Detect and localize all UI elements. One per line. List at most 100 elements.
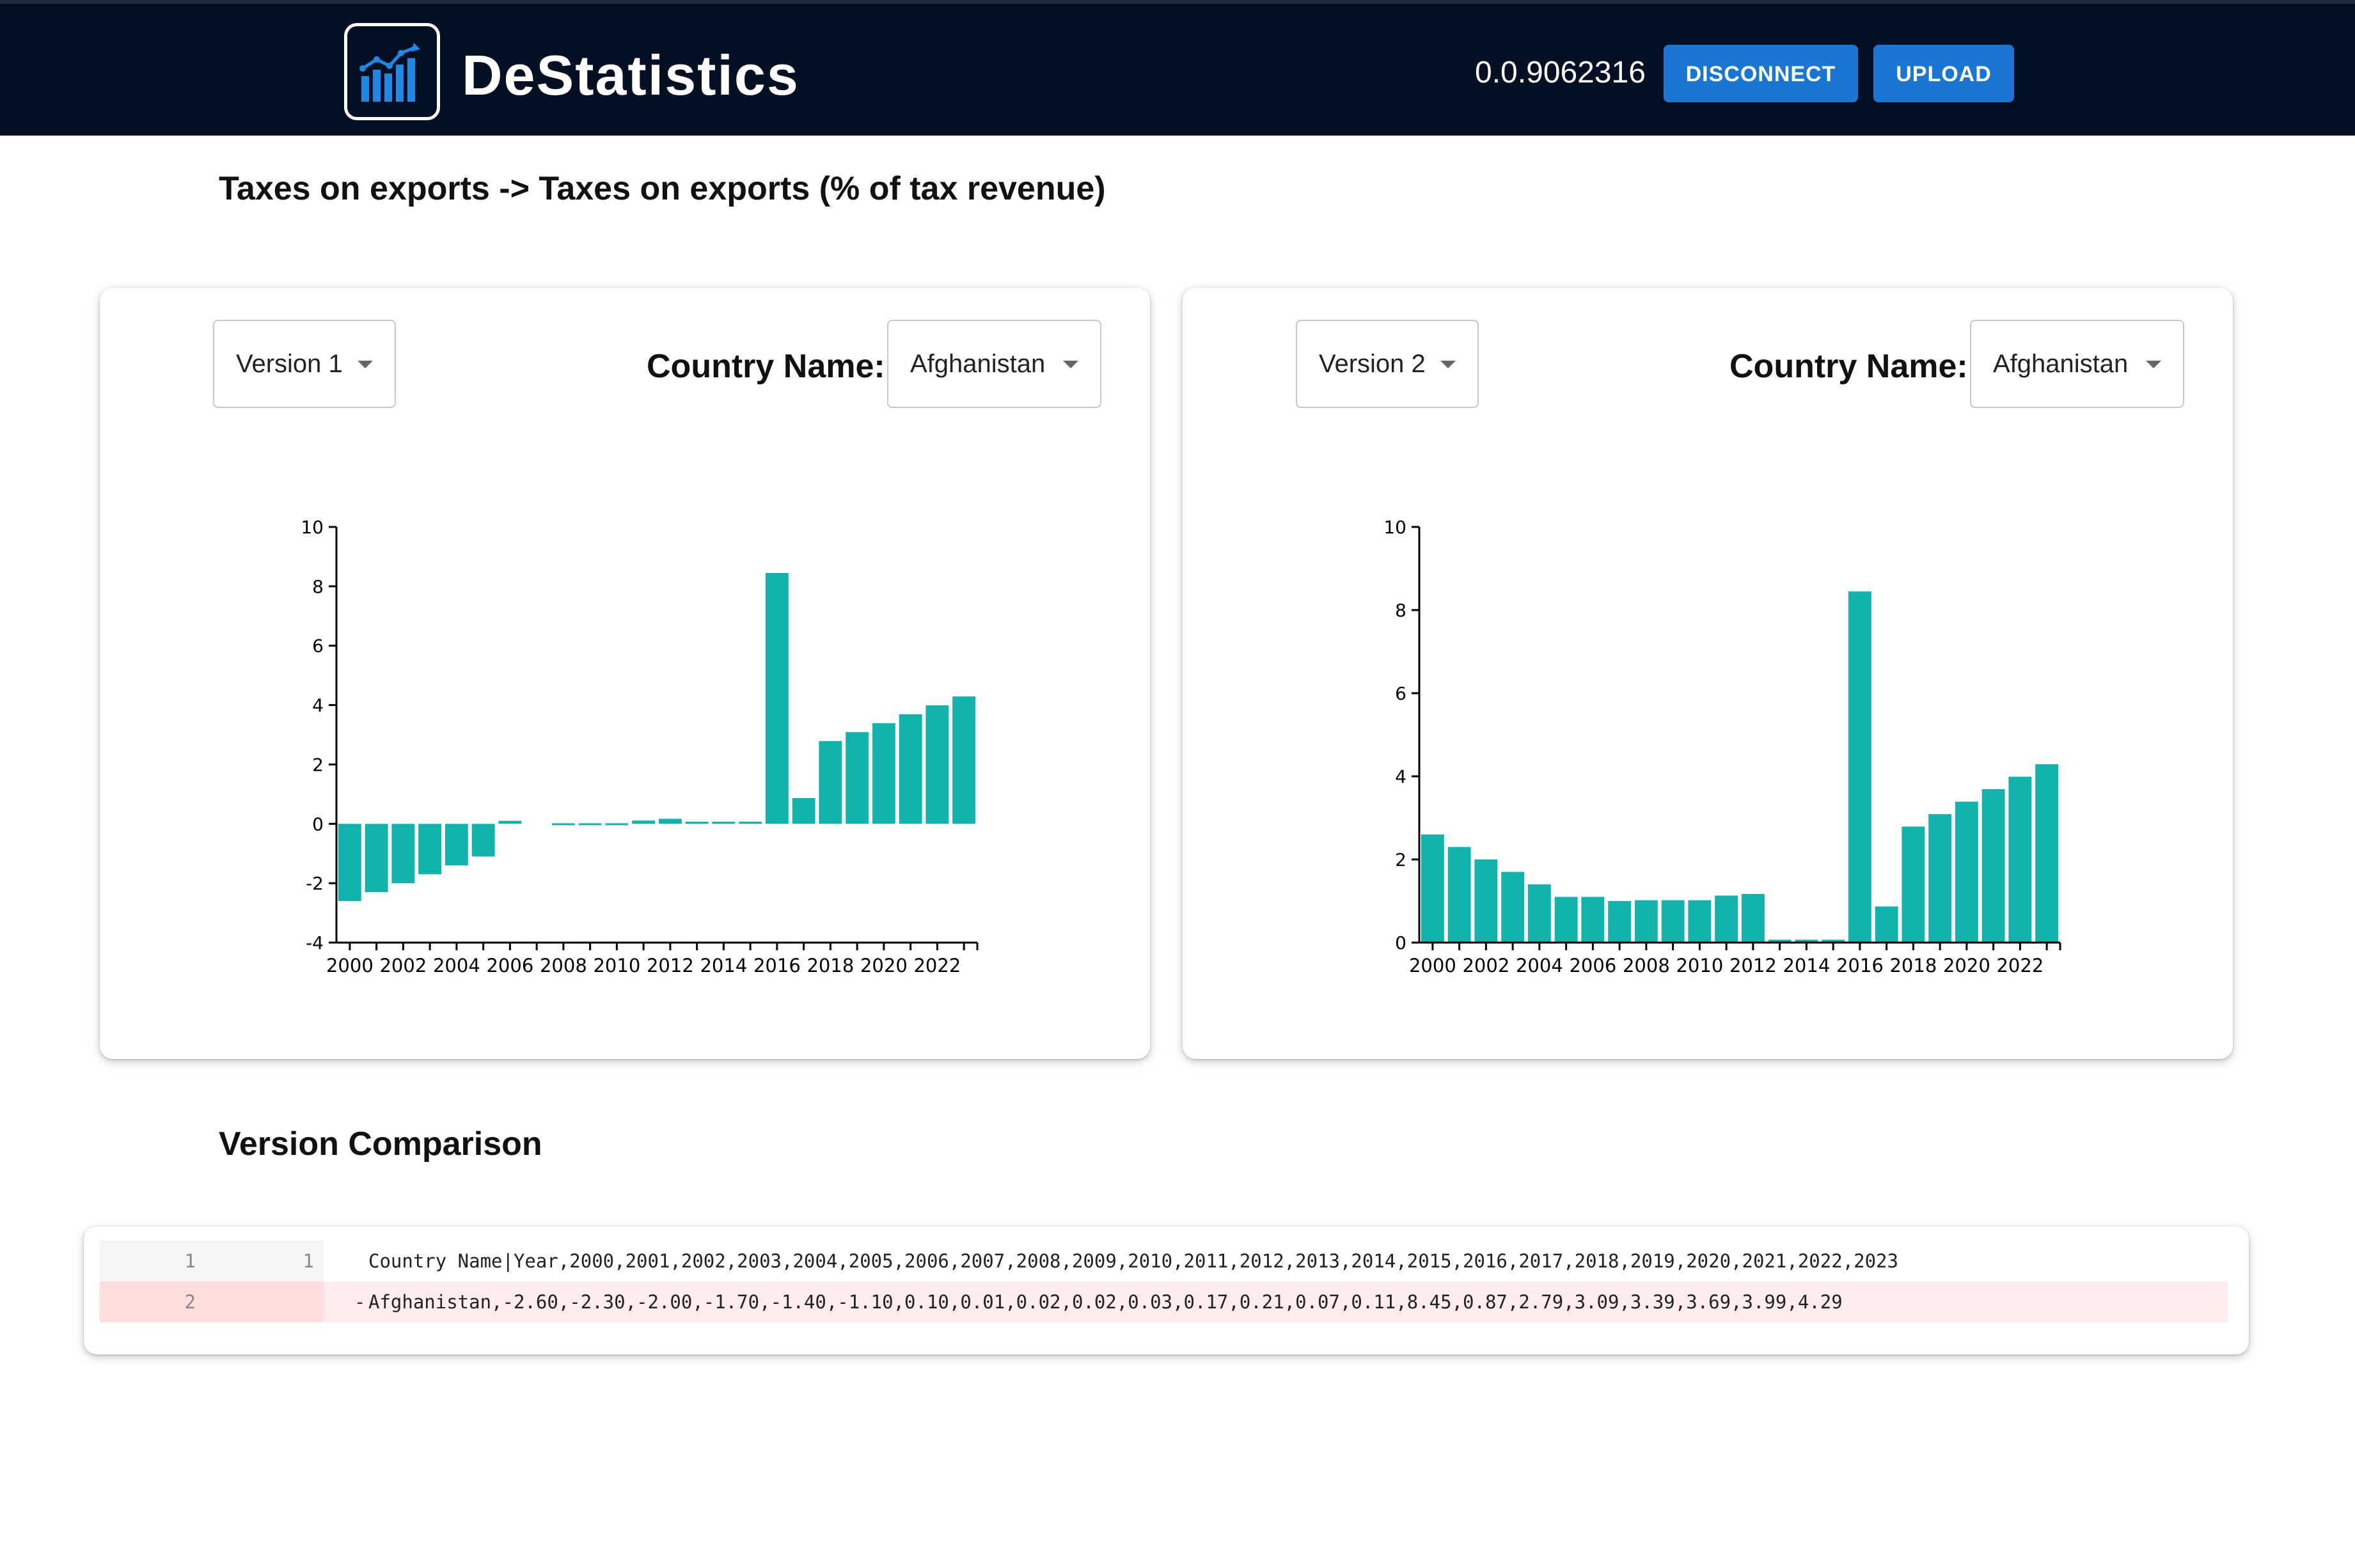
x-tick-label: 2012: [1729, 955, 1777, 976]
y-tick-label: 6: [312, 636, 324, 657]
y-tick-label: 2: [312, 754, 324, 775]
x-tick-label: 2014: [1783, 955, 1830, 976]
x-tick-label: 2016: [753, 955, 801, 976]
y-tick-label: 4: [312, 695, 324, 716]
version-comparison-diff: 1 1 Country Name|Year,2000,2001,2002,200…: [84, 1227, 2249, 1354]
new-line-number: [209, 1282, 314, 1322]
y-tick-label: 10: [1383, 517, 1406, 538]
bar-2011: [1715, 895, 1738, 943]
y-tick-label: 8: [312, 576, 324, 597]
x-tick-label: 2014: [700, 955, 747, 976]
app-name: DeStatistics: [462, 43, 799, 107]
x-tick-label: 2022: [913, 955, 961, 976]
x-tick-label: 2002: [1462, 955, 1509, 976]
diff-line-text: Country Name|Year,2000,2001,2002,2003,20…: [368, 1250, 1898, 1272]
bar-2011: [632, 820, 656, 824]
bar-2009: [1661, 900, 1685, 943]
x-tick-label: 2008: [1623, 955, 1670, 976]
bar-2023: [952, 696, 976, 824]
bar-2020: [872, 723, 895, 824]
x-tick-label: 2018: [807, 955, 854, 976]
top-app-bar: DeStatistics 0.0.9062316 DISCONNECT UPLO…: [0, 0, 2355, 136]
x-tick-label: 2022: [1996, 955, 2044, 976]
bar-chart-logo-icon: [359, 43, 420, 102]
bar-2018: [819, 741, 842, 824]
y-tick-label: 10: [301, 517, 324, 538]
bar-2004: [445, 824, 468, 866]
bar-2012: [1741, 894, 1765, 943]
bar-2002: [391, 824, 415, 884]
diff-marker: -: [354, 1291, 366, 1313]
bar-2010: [605, 823, 629, 826]
x-tick-label: 2004: [1516, 955, 1563, 976]
diff-row-removed: 2 - Afghanistan,-2.60,-2.30,-2.00,-1.70,…: [100, 1282, 2228, 1322]
account-id: 0.0.9062316: [1475, 56, 1646, 90]
bar-2023: [2035, 764, 2059, 943]
x-tick-label: 2020: [1943, 955, 1990, 976]
bar-2000: [338, 824, 361, 901]
bar-2007: [1608, 901, 1632, 943]
bar-2006: [1581, 897, 1605, 943]
bar-2003: [418, 824, 442, 875]
y-tick-label: 2: [1395, 849, 1406, 870]
bar-2012: [658, 819, 682, 824]
bar-2022: [925, 705, 949, 824]
x-tick-label: 2010: [1676, 955, 1723, 976]
bar-2001: [365, 824, 388, 893]
version-comparison-title: Version Comparison: [219, 1125, 542, 1163]
bar-chart-version-2: 0 2 4 6 8 10 2000 2002 2004 2006 2008 2010 2012 2014 2…: [1383, 517, 2061, 976]
chart-panel-right: Version 2 Country Name: Afghanistan 0246…: [1183, 288, 2233, 1059]
x-tick-label: 2006: [1569, 955, 1616, 976]
bar-2016: [765, 573, 789, 824]
bar-2006: [498, 820, 522, 824]
bar-2021: [1981, 789, 2005, 943]
x-tick-label: 2010: [593, 955, 640, 976]
bar-2009: [578, 823, 602, 826]
bar-2010: [1688, 900, 1712, 943]
bar-2001: [1447, 847, 1471, 943]
bar-2020: [1955, 801, 1978, 943]
page-title: Taxes on exports -> Taxes on exports (% …: [219, 170, 1106, 207]
new-line-number: 1: [303, 1250, 314, 1272]
bar-2008: [551, 823, 575, 826]
bar-2002: [1474, 859, 1498, 943]
upload-button[interactable]: UPLOAD: [1873, 45, 2014, 102]
x-tick-label: 2020: [860, 955, 908, 976]
diff-row: 1 1 Country Name|Year,2000,2001,2002,200…: [100, 1241, 2228, 1282]
x-tick-label: 2016: [1836, 955, 1884, 976]
app-logo: [344, 23, 440, 120]
x-tick-label: 2012: [647, 955, 694, 976]
old-line-number: 2: [184, 1291, 196, 1313]
bar-2015: [739, 822, 762, 824]
chart-bars: [338, 573, 976, 901]
bar-2008: [1634, 900, 1658, 943]
x-tick-label: 2006: [486, 955, 533, 976]
bar-2019: [1928, 814, 1952, 943]
bar-2003: [1501, 872, 1525, 943]
disconnect-button[interactable]: DISCONNECT: [1664, 45, 1858, 102]
bar-2005: [1554, 897, 1578, 943]
chart-bars: [1421, 591, 2059, 943]
bar-2022: [2008, 776, 2032, 943]
x-tick-label: 2000: [1409, 955, 1456, 976]
old-line-number: 1: [184, 1250, 196, 1272]
y-tick-label: 4: [1395, 766, 1406, 787]
y-tick-label: -2: [306, 873, 324, 894]
bar-2017: [792, 797, 815, 824]
x-tick-label: 2018: [1889, 955, 1937, 976]
bar-chart-version-1: -4 -2 0 2 4 6 8 10 2000 2002 2004 2006 2008 2010 2012 2…: [301, 517, 979, 976]
bar-2005: [471, 824, 495, 857]
x-tick-label: 2008: [540, 955, 587, 976]
y-tick-label: -4: [306, 932, 324, 953]
y-tick-label: 8: [1395, 600, 1406, 621]
bar-2016: [1848, 591, 1871, 943]
bar-2021: [899, 714, 922, 824]
diff-line-text: Afghanistan,-2.60,-2.30,-2.00,-1.70,-1.4…: [368, 1291, 1843, 1313]
bar-2019: [846, 732, 869, 824]
bar-2004: [1527, 884, 1551, 943]
x-tick-label: 2000: [326, 955, 374, 976]
y-tick-label: 6: [1395, 683, 1406, 704]
bar-2017: [1875, 906, 1898, 943]
x-tick-label: 2002: [379, 955, 427, 976]
bar-2018: [1902, 826, 1925, 943]
